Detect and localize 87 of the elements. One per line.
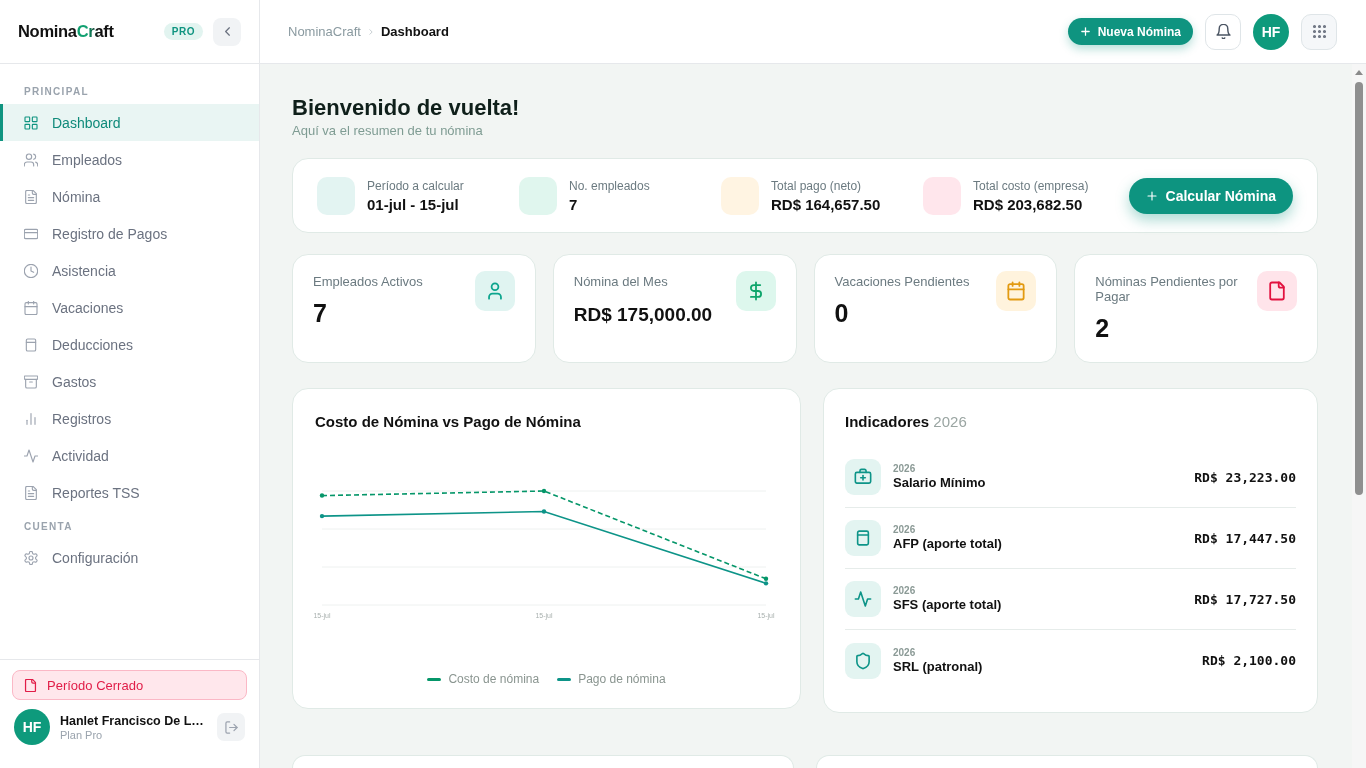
- stat-label: Vacaciones Pendientes: [834, 274, 971, 289]
- clock-icon: [24, 263, 38, 278]
- scrollbar[interactable]: [1352, 64, 1366, 768]
- apps-button[interactable]: [1301, 13, 1337, 50]
- nav-item[interactable]: Gastos: [0, 363, 259, 400]
- nav-item[interactable]: Dashboard: [0, 104, 259, 141]
- indicator-value: RD$ 23,223.00: [1194, 469, 1296, 485]
- indicator-value: RD$ 17,727.50: [1194, 591, 1296, 607]
- collapse-button[interactable]: [213, 17, 241, 46]
- summary-label: Total costo (empresa): [973, 178, 1089, 193]
- period-status-text: Período Cerrado: [47, 677, 144, 693]
- indicator-year: 2026: [893, 646, 917, 659]
- apps-grid-icon: [1311, 24, 1327, 39]
- summary-label: Período a calcular: [367, 178, 464, 193]
- calendar-icon: [24, 300, 38, 315]
- users-icon: [24, 152, 38, 167]
- calculate-payroll-button[interactable]: Calcular Nómina: [1128, 177, 1293, 214]
- plan-badge: PRO: [163, 23, 203, 40]
- summary-label: No. empleados: [569, 178, 650, 193]
- stat-label: Nómina del Mes: [573, 274, 669, 289]
- new-payroll-button[interactable]: Nueva Nómina: [1067, 18, 1193, 45]
- logout-icon: [224, 720, 238, 734]
- document-icon: [24, 485, 38, 500]
- indicator-name: Salario Mínimo: [893, 475, 986, 491]
- indicator-value: RD$ 17,447.50: [1194, 530, 1296, 546]
- plus-icon: [1145, 189, 1158, 202]
- nav-item[interactable]: Empleados: [0, 141, 259, 178]
- stat-label: Nóminas Pendientes por Pagar: [1095, 274, 1239, 304]
- user-avatar-button[interactable]: HF: [1253, 13, 1289, 50]
- indicator-name: AFP (aporte total): [893, 536, 1002, 552]
- pulse-icon: [24, 448, 38, 463]
- settings-icon: [24, 550, 38, 565]
- pulse-icon: [845, 581, 881, 617]
- notifications-button[interactable]: [1205, 13, 1241, 50]
- medical-bag-icon: [845, 459, 881, 495]
- indicator-value: RD$ 2,100.00: [1202, 653, 1296, 668]
- grid-icon: [24, 115, 38, 130]
- breadcrumb-current: Dashboard: [380, 24, 449, 39]
- bell-icon: [1215, 24, 1231, 39]
- user-name: Hanlet Francisco De L…: [60, 713, 204, 728]
- stat-value: 2: [1095, 314, 1111, 342]
- legend-label: Costo de nómina: [448, 671, 540, 687]
- indicators-title: Indicadores 2026: [845, 413, 968, 431]
- indicator-name: SFS (aporte total): [893, 597, 1002, 613]
- nav-item[interactable]: Actividad: [0, 437, 259, 474]
- plus-icon: [1079, 26, 1091, 37]
- summary-value: 01-jul - 15-jul: [367, 195, 460, 213]
- chevron-right-icon: [366, 27, 375, 36]
- stat-label: Empleados Activos: [313, 274, 424, 289]
- legend-label: Pago de nómina: [578, 671, 666, 687]
- breadcrumb-link[interactable]: NominaCraft: [288, 24, 361, 39]
- logout-button[interactable]: [217, 713, 245, 741]
- nav-item[interactable]: Vacaciones: [0, 289, 259, 326]
- document-icon: [24, 189, 38, 204]
- user-avatar: HF: [14, 709, 50, 745]
- indicator-name: SRL (patronal): [893, 658, 983, 675]
- shield-icon: [845, 642, 881, 679]
- indicator-year: 2026: [893, 524, 917, 536]
- summary-value: 7: [569, 195, 579, 213]
- indicator-year: 2026: [893, 463, 917, 475]
- nav-item[interactable]: Reportes TSS: [0, 474, 259, 511]
- nav-item[interactable]: Registros: [0, 400, 259, 437]
- box-icon: [24, 337, 38, 352]
- nav-item[interactable]: Deducciones: [0, 326, 259, 363]
- logo: NominaCraft: [18, 22, 114, 41]
- nav-item[interactable]: Registro de Pagos: [0, 215, 259, 252]
- page-subtitle: Aquí va el resumen de tu nómina: [292, 123, 484, 138]
- section-title: PRINCIPAL: [23, 86, 90, 98]
- document-icon: [24, 678, 37, 692]
- bar-chart-icon: [24, 411, 38, 426]
- box-icon: [845, 520, 881, 556]
- page-title: Bienvenido de vuelta!: [292, 95, 521, 121]
- archive-icon: [24, 374, 38, 389]
- nav-item[interactable]: Asistencia: [0, 252, 259, 289]
- stat-value: 7: [313, 299, 328, 327]
- summary-value: RD$ 164,657.50: [771, 195, 881, 213]
- credit-card-icon: [24, 226, 38, 241]
- indicator-year: 2026: [893, 585, 917, 597]
- chart-title: Costo de Nómina vs Pago de Nómina: [315, 413, 582, 431]
- summary-value: RD$ 203,682.50: [973, 195, 1084, 213]
- section-title: CUENTA: [23, 521, 74, 533]
- summary-label: Total pago (neto): [771, 178, 863, 193]
- stat-value: RD$ 175,000.00: [573, 303, 714, 327]
- nav-item[interactable]: Configuración: [0, 539, 259, 576]
- nav-item[interactable]: Nómina: [0, 178, 259, 215]
- stat-value: 0: [834, 299, 850, 327]
- user-plan: Plan Pro: [60, 728, 104, 741]
